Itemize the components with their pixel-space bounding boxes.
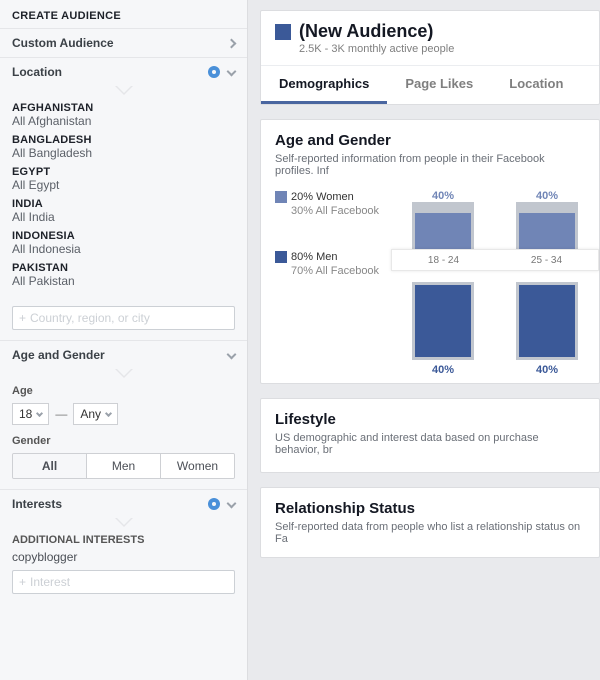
legend-men: 80% Men: [291, 251, 337, 263]
interest-input-placeholder: Interest: [30, 575, 70, 589]
chevron-down-icon: [105, 409, 112, 416]
location-scope[interactable]: All Indonesia: [12, 242, 235, 256]
location-scope[interactable]: All Egypt: [12, 178, 235, 192]
audience-title: (New Audience): [299, 21, 454, 42]
location-country: PAKISTAN: [12, 262, 235, 274]
age-block: Age 18 — Any Gender All Men Women: [0, 379, 247, 489]
location-scope[interactable]: All Afghanistan: [12, 114, 235, 128]
interests-row[interactable]: Interests: [0, 489, 247, 518]
interests-notch: [0, 518, 247, 528]
bar-men-bg: [412, 282, 474, 360]
age-gender-row[interactable]: Age and Gender: [0, 340, 247, 369]
chevron-down-icon: [36, 409, 43, 416]
panel-subtitle: US demographic and interest data based o…: [275, 432, 585, 456]
location-list: AFGHANISTANAll Afghanistan BANGLADESHAll…: [0, 96, 247, 300]
location-country: AFGHANISTAN: [12, 102, 235, 114]
location-scope[interactable]: All Pakistan: [12, 274, 235, 288]
bar-women-label: 40%: [536, 190, 558, 202]
tab-page-likes[interactable]: Page Likes: [387, 66, 491, 104]
interests-label: Interests: [12, 497, 62, 511]
gender-men-button[interactable]: Men: [86, 454, 160, 478]
relationship-panel: Relationship Status Self-reported data f…: [260, 487, 600, 558]
location-label: Location: [12, 65, 62, 79]
sidebar: CREATE AUDIENCE Custom Audience Location…: [0, 0, 248, 680]
location-scope[interactable]: All Bangladesh: [12, 146, 235, 160]
panel-title: Age and Gender: [275, 132, 585, 149]
plus-icon: +: [19, 575, 26, 589]
audience-card: (New Audience) 2.5K - 3K monthly active …: [260, 10, 600, 105]
lifestyle-panel: Lifestyle US demographic and interest da…: [260, 398, 600, 473]
tab-location[interactable]: Location: [491, 66, 581, 104]
additional-interests-label: ADDITIONAL INTERESTS: [0, 528, 247, 548]
panel-title: Relationship Status: [275, 500, 585, 517]
gender-segmented: All Men Women: [12, 453, 235, 479]
chart-bars: 40% 40% 40% 40%: [405, 191, 585, 371]
age-from-select[interactable]: 18: [12, 403, 49, 425]
panel-subtitle: Self-reported information from people in…: [275, 153, 585, 177]
tabs: Demographics Page Likes Location: [261, 65, 599, 104]
plus-icon: +: [19, 311, 26, 325]
main: (New Audience) 2.5K - 3K monthly active …: [248, 0, 600, 680]
location-notch: [0, 86, 247, 96]
interest-item[interactable]: copyblogger: [12, 550, 235, 564]
chevron-down-icon: [227, 349, 237, 359]
bar-women-label: 40%: [432, 190, 454, 202]
location-input[interactable]: + Country, region, or city: [12, 306, 235, 330]
gender-label: Gender: [12, 435, 235, 447]
legend-men-sub: 70% All Facebook: [291, 265, 395, 277]
bar-men-label: 40%: [536, 364, 558, 376]
sidebar-header: CREATE AUDIENCE: [0, 0, 247, 28]
custom-audience-row[interactable]: Custom Audience: [0, 28, 247, 57]
gender-women-button[interactable]: Women: [160, 454, 234, 478]
gender-all-button[interactable]: All: [13, 454, 86, 478]
bar-col: 40% 40%: [509, 202, 585, 360]
legend-women: 20% Women: [291, 191, 354, 203]
interests-list: copyblogger: [0, 548, 247, 570]
dash: —: [55, 407, 67, 421]
location-country: BANGLADESH: [12, 134, 235, 146]
location-input-placeholder: Country, region, or city: [30, 311, 150, 325]
age-gender-label: Age and Gender: [12, 348, 105, 362]
legend-women-sub: 30% All Facebook: [291, 205, 395, 217]
age-to-select[interactable]: Any: [73, 403, 118, 425]
age-axis: 18 - 24 25 - 34: [391, 249, 599, 271]
location-scope[interactable]: All India: [12, 210, 235, 224]
audience-subtitle: 2.5K - 3K monthly active people: [299, 43, 454, 55]
location-row[interactable]: Location: [0, 57, 247, 86]
chevron-right-icon: [227, 38, 237, 48]
location-country: INDONESIA: [12, 230, 235, 242]
bar-men: [415, 285, 471, 357]
axis-tick: 18 - 24: [428, 255, 459, 266]
location-country: INDIA: [12, 198, 235, 210]
bar-men-label: 40%: [432, 364, 454, 376]
axis-tick: 25 - 34: [531, 255, 562, 266]
bar-col: 40% 40%: [405, 202, 481, 360]
bar-men: [519, 285, 575, 357]
gear-icon[interactable]: [208, 66, 220, 78]
interest-input[interactable]: + Interest: [12, 570, 235, 594]
age-label: Age: [12, 385, 235, 397]
men-swatch: [275, 251, 287, 263]
age-gender-panel: Age and Gender Self-reported information…: [260, 119, 600, 384]
age-gender-notch: [0, 369, 247, 379]
women-swatch: [275, 191, 287, 203]
chevron-down-icon: [227, 66, 237, 76]
panel-subtitle: Self-reported data from people who list …: [275, 521, 585, 545]
chevron-down-icon: [227, 498, 237, 508]
gear-icon[interactable]: [208, 498, 220, 510]
audience-color-swatch: [275, 24, 291, 40]
bar-men-bg: [516, 282, 578, 360]
chart-legend: 20% Women 30% All Facebook 80% Men 70% A…: [275, 191, 395, 371]
panel-title: Lifestyle: [275, 411, 585, 428]
age-gender-chart: 20% Women 30% All Facebook 80% Men 70% A…: [275, 191, 585, 371]
location-country: EGYPT: [12, 166, 235, 178]
custom-audience-label: Custom Audience: [12, 36, 114, 50]
tab-demographics[interactable]: Demographics: [261, 66, 387, 104]
